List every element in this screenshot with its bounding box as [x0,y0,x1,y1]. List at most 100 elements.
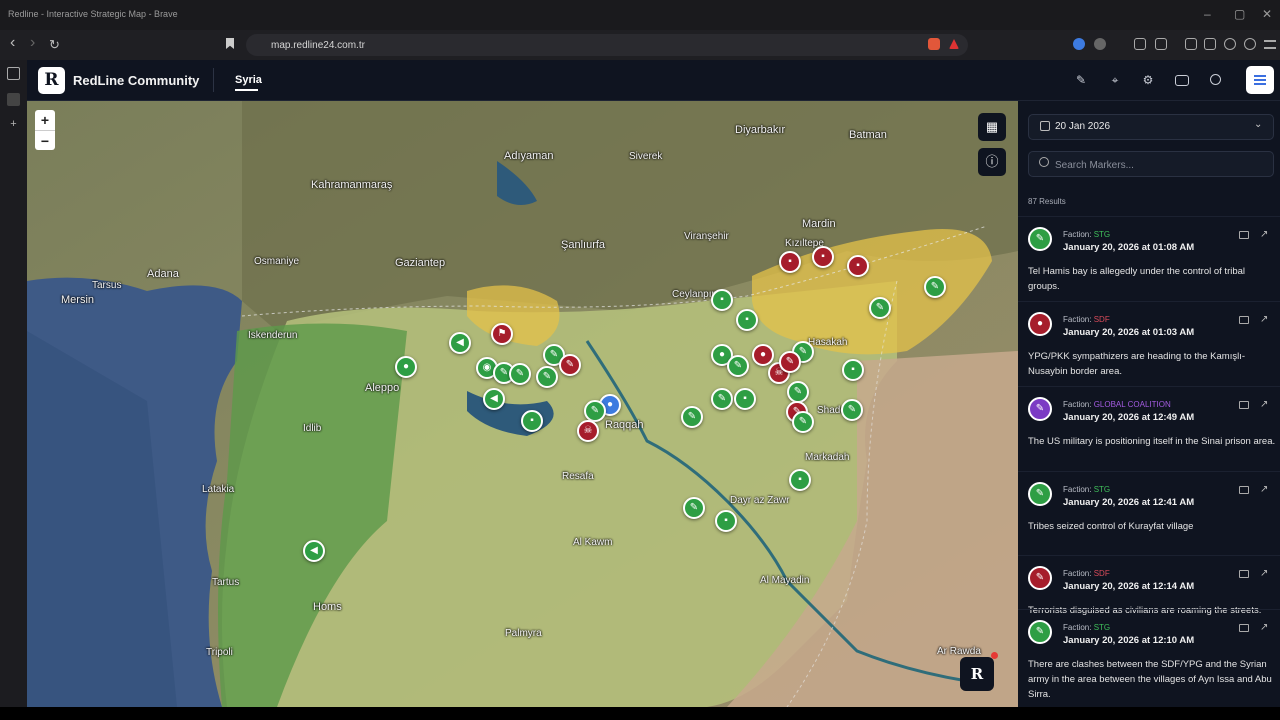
wallet-icon[interactable] [1204,38,1216,50]
rifle-marker[interactable]: ✎ [841,399,863,421]
hamburger-menu-button[interactable] [1246,66,1274,94]
screenshot-icon[interactable] [1155,38,1167,50]
marker-list-item[interactable]: ✎ Faction: STG January 20, 2026 at 12:41 A… [1018,471,1280,556]
close-icon[interactable]: ✕ [1262,7,1272,21]
place-label: Kahramanmaraş [311,179,393,191]
chevron-down-icon[interactable]: ⌄ [1254,119,1262,130]
selected-date[interactable]: 20 Jan 2026 [1055,121,1110,132]
rifle-marker[interactable]: ✎ [727,355,749,377]
browser-menu-icon[interactable] [1264,40,1276,49]
group-marker[interactable]: ● [752,344,774,366]
external-link-icon[interactable]: ↗ [1260,568,1268,579]
external-link-icon[interactable]: ↗ [1260,622,1268,633]
zoom-in-button[interactable]: + [35,110,55,130]
faction-line: Faction: STG [1063,623,1110,632]
rifle-marker[interactable]: ✎ [779,351,801,373]
flag-marker[interactable]: ⚑ [491,323,513,345]
search-icon[interactable] [1210,74,1221,85]
sidebar-toggle-icon[interactable] [1185,38,1197,50]
megaphone-marker[interactable]: ◀ [303,540,325,562]
place-label: Al Mayadin [760,575,810,586]
gear-icon[interactable]: ⚙ [1141,73,1155,87]
extension-icon[interactable] [1073,38,1085,50]
video-icon[interactable] [1239,624,1249,632]
rifle-marker[interactable]: ✎ [509,363,531,385]
marker-text: Tribes seized control of Kurayfat villag… [1028,521,1194,532]
group-marker[interactable]: ● [395,356,417,378]
faction-name: STG [1093,623,1111,632]
truck-marker[interactable]: ▪ [789,469,811,491]
video-icon[interactable] [1239,316,1249,324]
truck-marker[interactable]: ▪ [715,510,737,532]
truck-marker[interactable]: ▪ [736,309,758,331]
marker-list-item[interactable]: ✎ Faction: STG January 20, 2026 at 12:10 A… [1018,609,1280,707]
marker-text: There are clashes between the SDF/YPG an… [1028,659,1272,700]
minimize-icon[interactable]: – [1204,7,1211,21]
external-link-icon[interactable]: ↗ [1260,314,1268,325]
zoom-out-button[interactable]: − [35,130,55,150]
faction-line: Faction: STG [1063,230,1110,239]
back-icon[interactable]: ‹ [10,34,15,52]
marker-text: The US military is positioning itself in… [1028,436,1276,447]
video-icon[interactable] [1239,486,1249,494]
rifle-marker[interactable]: ✎ [924,276,946,298]
forward-icon[interactable]: › [30,34,35,52]
reload-icon[interactable]: ↻ [49,37,60,53]
video-icon[interactable] [1239,231,1249,239]
bookmark-icon[interactable] [226,38,234,49]
marker-time: January 20, 2026 at 12:41 AM [1063,497,1195,508]
camera-icon[interactable] [1175,75,1189,86]
external-link-icon[interactable]: ↗ [1260,229,1268,240]
truck-marker[interactable]: ▪ [847,255,869,277]
megaphone-marker[interactable]: ◀ [483,388,505,410]
leo-icon[interactable] [1224,38,1236,50]
url-text[interactable]: map.redline24.com.tr [271,40,365,51]
restore-icon[interactable]: ▢ [1234,7,1245,21]
place-label: Mersin [61,294,95,306]
sidebar-panel-icon[interactable] [7,67,20,80]
tab-syria[interactable]: Syria [235,74,262,86]
rifle-marker[interactable]: ✎ [584,400,606,422]
place-label: Iskenderun [248,330,298,341]
external-link-icon[interactable]: ↗ [1260,484,1268,495]
rifle-marker[interactable]: ✎ [869,297,891,319]
pen-icon[interactable]: ✎ [1074,73,1088,87]
rifle-marker[interactable]: ✎ [711,388,733,410]
puzzle-icon[interactable] [1134,38,1146,50]
video-icon[interactable] [1239,401,1249,409]
location-pin-icon[interactable]: ⌖ [1108,73,1122,87]
megaphone-marker[interactable]: ◀ [449,332,471,354]
add-tab-icon[interactable]: + [7,118,20,131]
vpn-icon[interactable] [1244,38,1256,50]
rifle-marker[interactable]: ✎ [683,497,705,519]
app-logo[interactable]: R [38,67,65,94]
rifle-marker[interactable]: ✎ [536,366,558,388]
truck-marker[interactable]: ▪ [812,246,834,268]
info-button[interactable]: ⓘ [978,148,1006,176]
marker-list-item[interactable]: ✎ Faction: STG January 20, 2026 at 01:08 A… [1018,216,1280,301]
video-icon[interactable] [1239,570,1249,578]
rifle-marker[interactable]: ✎ [792,411,814,433]
marker-list-item[interactable]: ● Faction: SDF January 20, 2026 at 01:03 A… [1018,301,1280,386]
truck-marker[interactable]: ▪ [734,388,756,410]
truck-marker[interactable]: ▪ [521,410,543,432]
marker-list-item[interactable]: ✎ Faction: GLOBAL COALITION January 20, 20… [1018,386,1280,471]
brave-shield-icon[interactable] [928,38,940,50]
rifle-marker[interactable]: ✎ [787,381,809,403]
redline-float-button[interactable]: R [960,657,994,691]
marker-search [1028,151,1274,177]
rifle-marker[interactable]: ✎ [681,406,703,428]
search-input[interactable] [1055,157,1265,173]
tab-favicon-icon[interactable] [7,93,20,106]
external-link-icon[interactable]: ↗ [1260,399,1268,410]
rifle-marker[interactable]: ✎ [559,354,581,376]
brand-name[interactable]: RedLine Community [73,73,199,88]
map-layers-button[interactable]: ▦ [978,113,1006,141]
truck-marker[interactable]: ▪ [711,289,733,311]
rifle-icon: ✎ [1028,620,1052,644]
truck-marker[interactable]: ▪ [842,359,864,381]
skull-marker[interactable]: ☠ [577,420,599,442]
map-canvas[interactable]: Diyarbakır Batman Adıyaman Kahramanmaraş… [27,101,1018,707]
truck-marker[interactable]: ▪ [779,251,801,273]
extension-icon[interactable] [1094,38,1106,50]
